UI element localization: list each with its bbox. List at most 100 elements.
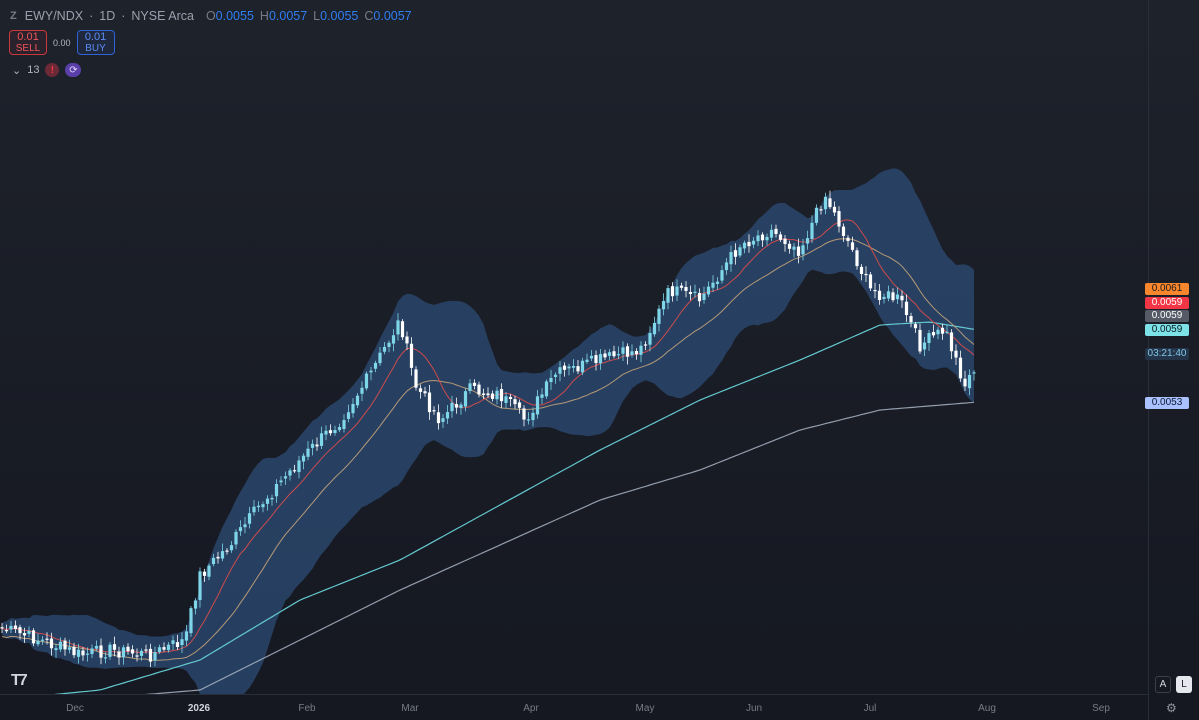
candle-body [427, 392, 432, 413]
candle-body [99, 645, 103, 658]
candle-body [702, 293, 706, 300]
candle-body [13, 625, 18, 630]
candle-body [328, 430, 333, 434]
candle-body [306, 448, 310, 457]
auto-scale-button[interactable]: A [1155, 676, 1171, 693]
price-axis-border [1148, 0, 1149, 720]
candle-body [720, 270, 724, 281]
candle-body [886, 291, 891, 299]
candle-body [468, 383, 472, 391]
buy-amount: 0.01 [84, 30, 107, 43]
candle-body [846, 237, 850, 242]
candle-body [805, 238, 810, 244]
candle-body [693, 291, 697, 293]
x-label-dec: Dec [66, 703, 84, 714]
candle-body [432, 410, 436, 412]
separator: · [89, 9, 94, 23]
candle-body [922, 342, 927, 350]
candle-body [571, 365, 576, 368]
candle-body [4, 630, 9, 632]
candle-body [499, 389, 504, 402]
candle-body [918, 329, 922, 352]
candle-body [58, 641, 63, 650]
candle-body [891, 292, 895, 301]
candle-body [832, 206, 837, 213]
price-chart[interactable] [0, 0, 1148, 694]
gear-icon[interactable]: ⚙ [1166, 701, 1177, 715]
candle-body [967, 374, 972, 389]
candle-body [801, 245, 805, 255]
candle-body [130, 649, 135, 654]
tradingview-logo-icon[interactable]: T7 [11, 672, 28, 690]
x-label-jul: Jul [863, 703, 877, 714]
candle-body [585, 359, 589, 363]
candle-body [108, 644, 112, 657]
x-label-jun: Jun [745, 703, 763, 714]
candle-body [567, 366, 571, 369]
candle-body [900, 295, 904, 301]
log-scale-button[interactable]: L [1176, 676, 1192, 693]
sync-icon[interactable]: ⟳ [65, 63, 82, 77]
symbol-name[interactable]: EWY/NDX [25, 9, 83, 23]
candle-body [252, 506, 256, 513]
x-label-may: May [635, 703, 655, 714]
candle-body [864, 273, 868, 276]
candle-body [828, 198, 832, 208]
indicators-count[interactable]: 13 [27, 64, 39, 76]
ohlc-close: C0.0057 [364, 9, 412, 23]
candle-body [724, 262, 729, 271]
candle-body [27, 630, 31, 634]
candle-body [477, 384, 481, 395]
candle-body [837, 211, 841, 227]
candle-body [265, 498, 270, 504]
candle-body [391, 335, 396, 344]
candle-body [396, 320, 400, 335]
ohlc-low: L0.0055 [313, 9, 359, 23]
candle-body [216, 556, 220, 559]
candle-body [927, 333, 931, 344]
candle-body [441, 418, 445, 422]
candle-body [549, 377, 553, 383]
candle-body [292, 470, 297, 472]
candle-body [238, 527, 243, 532]
candle-body [450, 402, 454, 412]
candle-body [733, 250, 738, 257]
candle-body [783, 238, 787, 245]
price-label-blue: 0.0053 [1145, 397, 1189, 409]
candle-body [697, 292, 702, 302]
candle-body [472, 382, 477, 386]
ohlc-open: O0.0055 [205, 9, 254, 23]
warning-icon[interactable]: ! [45, 63, 60, 77]
candle-body [31, 630, 36, 644]
x-label-apr: Apr [523, 703, 539, 714]
buy-button[interactable]: 0.01 BUY [76, 30, 115, 55]
candle-body [85, 653, 90, 655]
price-label-orange: 0.0061 [1145, 283, 1189, 295]
candle-body [202, 571, 207, 576]
candle-body [360, 387, 364, 394]
bollinger-band [2, 168, 974, 694]
candle-body [517, 402, 522, 408]
candle-body [612, 351, 616, 357]
candle-body [751, 240, 756, 245]
chevron-down-icon[interactable]: ⌄ [12, 64, 21, 77]
candle-body [972, 372, 976, 374]
candle-body [324, 430, 328, 435]
sell-button[interactable]: 0.01 SELL [9, 30, 47, 55]
candle-body [67, 647, 72, 650]
candle-body [841, 226, 846, 236]
candle-body [193, 600, 198, 609]
candle-body [931, 332, 936, 336]
candle-body [868, 274, 873, 289]
candle-body [688, 292, 693, 295]
separator: · [121, 9, 126, 23]
candle-body [180, 639, 184, 646]
candle-body [234, 531, 238, 545]
interval[interactable]: 1D [99, 9, 115, 23]
candle-body [652, 322, 657, 335]
candle-body [913, 324, 918, 329]
candle-body [355, 395, 360, 406]
candle-body [315, 444, 319, 447]
candle-body [283, 476, 288, 479]
candle-body [243, 524, 247, 528]
